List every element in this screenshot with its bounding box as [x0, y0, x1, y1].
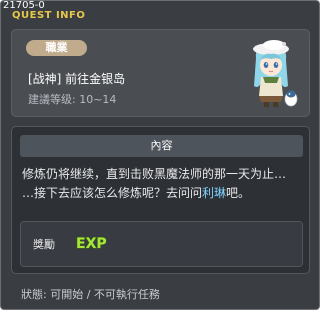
reward-label: 獎勵: [33, 238, 55, 251]
quest-info-window: 21705-0 QUEST INFO 職業 [战神] 前往金银岛 建議等级: 1…: [0, 0, 320, 310]
quest-summary-panel: 職業 [战神] 前往金银岛 建議等级: 10~14: [11, 29, 310, 117]
exp-text: EXP: [76, 236, 107, 252]
quest-status: 狀態: 可開始 / 不可執行任務: [21, 288, 160, 301]
reward-panel: 獎勵 EXP: [20, 221, 303, 267]
recommended-level: 建議等级: 10~14: [28, 93, 117, 106]
job-badge: 職業: [26, 40, 87, 56]
npc-name-link[interactable]: 利琳: [202, 186, 226, 200]
window-title: QUEST INFO: [12, 10, 86, 21]
description-line-1: 修炼仍将继续，直到击败黑魔法师的那一天为止…: [22, 167, 287, 181]
exp-icon: EXP: [76, 236, 108, 253]
description-line-2-prefix: …接下去应该怎么修炼呢？去问问: [22, 186, 203, 200]
description-line-2-suffix: 吧。: [226, 186, 251, 200]
content-panel: 內容 修炼仍将继续，直到击败黑魔法师的那一天为止… …接下去应该怎么修炼呢？去问…: [11, 126, 310, 274]
description-line-2: …接下去应该怎么修炼呢？去问问利琳吧。: [22, 184, 304, 203]
quest-description: 修炼仍将继续，直到击败黑魔法师的那一天为止… …接下去应该怎么修炼呢？去问问利琳…: [22, 165, 304, 203]
content-header: 內容: [20, 135, 303, 157]
npc-portrait-icon: [253, 40, 298, 107]
quest-name: [战神] 前往金银岛: [28, 72, 126, 86]
